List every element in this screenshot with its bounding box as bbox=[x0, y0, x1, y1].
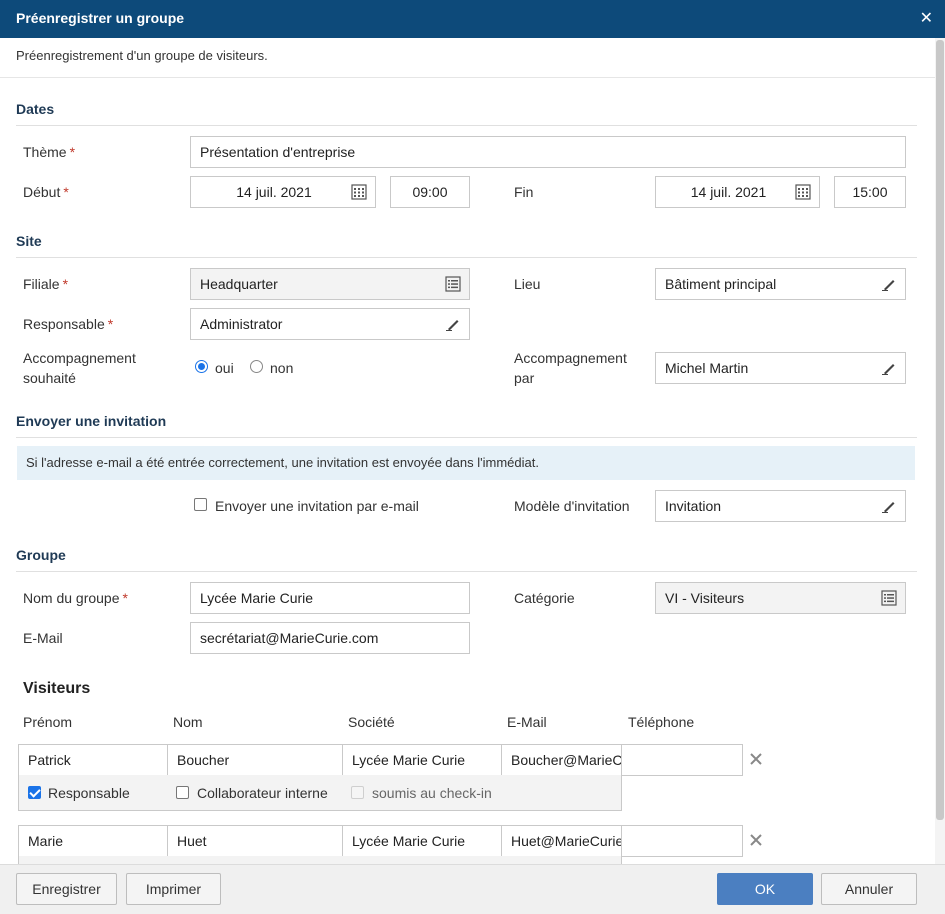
responsable-input[interactable]: Administrator bbox=[190, 308, 470, 340]
visitor-societe-input[interactable]: Lycée Marie Curie bbox=[342, 825, 502, 857]
print-button[interactable]: Imprimer bbox=[126, 873, 221, 905]
dialog-titlebar: Préenregistrer un groupe ✕ bbox=[0, 0, 945, 38]
responsable-label: Responsable * bbox=[23, 316, 114, 332]
calendar-icon[interactable] bbox=[795, 184, 811, 200]
column-header-telephone: Téléphone bbox=[628, 714, 695, 730]
modele-input[interactable]: Invitation bbox=[655, 490, 906, 522]
section-groupe: Groupe bbox=[16, 547, 66, 563]
list-icon[interactable] bbox=[881, 590, 897, 606]
email-groupe-label: E-Mail bbox=[23, 630, 63, 646]
divider bbox=[16, 125, 917, 126]
edit-icon[interactable] bbox=[881, 498, 897, 514]
column-header-societe: Société bbox=[348, 714, 395, 730]
edit-icon[interactable] bbox=[881, 360, 897, 376]
visitor-prenom-input[interactable]: Patrick bbox=[18, 744, 168, 776]
section-dates: Dates bbox=[16, 101, 55, 117]
fin-date-input[interactable]: 14 juil. 2021 bbox=[655, 176, 820, 208]
visitor-prenom-input[interactable]: Marie bbox=[18, 825, 168, 857]
column-header-nom: Nom bbox=[173, 714, 203, 730]
divider bbox=[16, 437, 917, 438]
send-invitation-checkbox[interactable] bbox=[194, 498, 207, 511]
accompagnement-non-radio[interactable] bbox=[250, 360, 263, 373]
visitor-email-input[interactable]: Boucher@MarieCurie.com bbox=[501, 744, 622, 776]
categorie-label: Catégorie bbox=[514, 590, 575, 606]
fin-time-input[interactable]: 15:00 bbox=[834, 176, 906, 208]
visiteurs-heading: Visiteurs bbox=[23, 680, 91, 697]
nom-groupe-input[interactable]: Lycée Marie Curie bbox=[190, 582, 470, 614]
visitor-nom-input[interactable]: Boucher bbox=[167, 744, 343, 776]
filiale-select[interactable]: Headquarter bbox=[190, 268, 470, 300]
theme-input[interactable]: Présentation d'entreprise bbox=[190, 136, 906, 168]
visitor-options bbox=[18, 856, 622, 864]
edit-icon[interactable] bbox=[445, 316, 461, 332]
accompagne-par-label: Accompagnement par bbox=[514, 350, 627, 386]
cancel-button[interactable]: Annuler bbox=[821, 873, 917, 905]
categorie-select[interactable]: VI - Visiteurs bbox=[655, 582, 906, 614]
checkin-label: soumis au check-in bbox=[372, 785, 492, 801]
edit-icon[interactable] bbox=[881, 276, 897, 292]
oui-label: oui bbox=[215, 360, 234, 376]
theme-label: Thème * bbox=[23, 144, 76, 160]
send-invitation-label: Envoyer une invitation par e-mail bbox=[215, 498, 419, 514]
section-site: Site bbox=[16, 233, 42, 249]
lieu-label: Lieu bbox=[514, 276, 541, 292]
ok-button[interactable]: OK bbox=[717, 873, 813, 905]
invitation-info: Si l'adresse e-mail a été entrée correct… bbox=[17, 446, 915, 480]
visitor-telephone-input[interactable] bbox=[621, 825, 743, 857]
section-invitation: Envoyer une invitation bbox=[16, 413, 167, 429]
accompagne-par-input[interactable]: Michel Martin bbox=[655, 352, 906, 384]
list-icon[interactable] bbox=[445, 276, 461, 292]
close-icon[interactable]: ✕ bbox=[920, 8, 933, 28]
remove-visitor-icon[interactable] bbox=[749, 833, 763, 847]
remove-visitor-icon[interactable] bbox=[749, 752, 763, 766]
non-label: non bbox=[270, 360, 294, 376]
dialog-footer: Enregistrer Imprimer OK Annuler bbox=[0, 864, 945, 914]
dialog-title: Préenregistrer un groupe bbox=[16, 10, 185, 26]
nom-groupe-label: Nom du groupe * bbox=[23, 590, 128, 606]
divider bbox=[0, 77, 935, 78]
checkin-checkbox bbox=[351, 786, 364, 799]
accompagnement-label: Accompagnement souhaité bbox=[23, 350, 136, 386]
divider bbox=[16, 257, 917, 258]
debut-time-input[interactable]: 09:00 bbox=[390, 176, 470, 208]
email-groupe-input[interactable]: secrétariat@MarieCurie.com bbox=[190, 622, 470, 654]
modele-label: Modèle d'invitation bbox=[514, 498, 630, 514]
calendar-icon[interactable] bbox=[351, 184, 367, 200]
visitor-societe-input[interactable]: Lycée Marie Curie bbox=[342, 744, 502, 776]
scrollbar-thumb[interactable] bbox=[936, 40, 944, 820]
scrollbar[interactable] bbox=[935, 38, 945, 864]
filiale-label: Filiale * bbox=[23, 276, 69, 292]
visitor-nom-input[interactable]: Huet bbox=[167, 825, 343, 857]
responsable-option-label: Responsable bbox=[48, 785, 130, 801]
collaborateur-interne-checkbox[interactable] bbox=[176, 786, 189, 799]
column-header-email: E-Mail bbox=[507, 714, 547, 730]
accompagnement-oui-radio[interactable] bbox=[195, 360, 208, 373]
save-button[interactable]: Enregistrer bbox=[16, 873, 117, 905]
dialog-subtitle: Préenregistrement d'un groupe de visiteu… bbox=[16, 48, 268, 63]
visitor-email-input[interactable]: Huet@MarieCurie.com bbox=[501, 825, 622, 857]
lieu-input[interactable]: Bâtiment principal bbox=[655, 268, 906, 300]
fin-label: Fin bbox=[514, 184, 534, 200]
debut-label: Début * bbox=[23, 184, 69, 200]
visitor-telephone-input[interactable] bbox=[621, 744, 743, 776]
divider bbox=[16, 571, 917, 572]
collaborateur-interne-label: Collaborateur interne bbox=[197, 785, 328, 801]
debut-date-input[interactable]: 14 juil. 2021 bbox=[190, 176, 376, 208]
column-header-prenom: Prénom bbox=[23, 714, 73, 730]
responsable-checkbox[interactable] bbox=[28, 786, 41, 799]
